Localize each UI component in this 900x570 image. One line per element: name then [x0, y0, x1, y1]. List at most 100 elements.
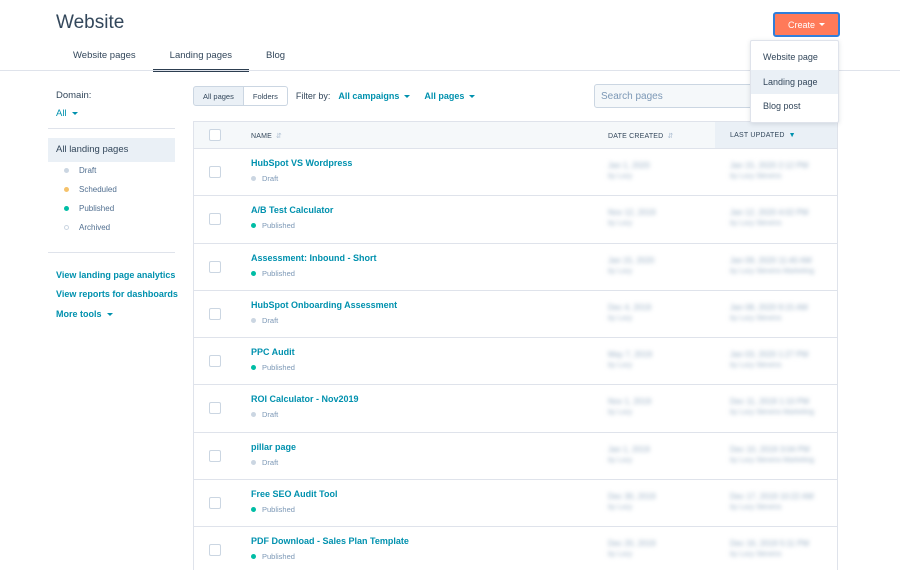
- view-reports-link[interactable]: View reports for dashboards: [56, 289, 178, 299]
- page-name-link[interactable]: PDF Download - Sales Plan Template: [251, 536, 409, 546]
- date-created: Jan 15, 2020: [608, 255, 655, 265]
- chevron-down-icon: [71, 112, 78, 115]
- date-created: Nov 12, 2019: [608, 208, 656, 218]
- sidebar-item-scheduled[interactable]: Scheduled: [64, 185, 117, 194]
- row-checkbox[interactable]: [209, 402, 221, 415]
- row-checkbox[interactable]: [209, 307, 221, 320]
- date-created: Dec 30, 2019: [608, 492, 656, 502]
- status-badge: Draft: [251, 316, 278, 325]
- menu-item-blog-post[interactable]: Blog post: [751, 94, 838, 119]
- date-created: May 7, 2019: [608, 350, 653, 360]
- created-by: by Lucy: [608, 551, 633, 559]
- page-name-link[interactable]: ROI Calculator - Nov2019: [251, 394, 359, 404]
- row-checkbox[interactable]: [209, 449, 221, 462]
- page-name-link[interactable]: HubSpot VS Wordpress: [251, 158, 352, 168]
- table-row: Assessment: Inbound - Short Published Ja…: [194, 244, 837, 291]
- created-by: by Lucy: [608, 456, 633, 464]
- status-dot-icon: [251, 176, 256, 181]
- status-badge: Published: [251, 505, 295, 514]
- column-header-last-updated[interactable]: LAST UPDATED ▼: [730, 132, 796, 139]
- tab-blog[interactable]: Blog: [249, 44, 302, 72]
- tab-website-pages[interactable]: Website pages: [56, 44, 153, 72]
- create-button[interactable]: Create: [773, 12, 840, 37]
- page-name-link[interactable]: PPC Audit: [251, 347, 295, 357]
- domain-dropdown[interactable]: All: [56, 108, 78, 119]
- created-by: by Lucy: [608, 267, 633, 275]
- updated-by: by Lucy Stevens Marketing: [730, 409, 815, 417]
- filter-by-label: Filter by:: [295, 91, 331, 101]
- page-name-link[interactable]: pillar page: [251, 442, 296, 452]
- table-row: HubSpot VS Wordpress Draft Jan 1, 2020 b…: [194, 149, 837, 197]
- last-updated: Dec 10, 2019 3:04 PM: [730, 444, 810, 454]
- column-header-date-created[interactable]: DATE CREATED ⇵: [608, 132, 674, 141]
- status-dot-icon: [251, 507, 256, 513]
- status-label: Draft: [262, 457, 279, 467]
- status-dot-icon: [251, 317, 256, 323]
- created-by: by Lucy: [608, 314, 633, 322]
- column-header-label: LAST UPDATED: [730, 132, 785, 139]
- more-tools-dropdown[interactable]: More tools: [56, 309, 113, 319]
- row-checkbox[interactable]: [209, 544, 221, 557]
- table-row: Free SEO Audit Tool Published Dec 30, 20…: [194, 480, 837, 528]
- last-updated: Jan 08, 2020 9:15 AM: [730, 302, 808, 312]
- row-checkbox[interactable]: [209, 497, 221, 510]
- pages-table: NAME ⇵ DATE CREATED ⇵ LAST UPDATED ▼ Hub…: [193, 121, 838, 570]
- sidebar-item-archived[interactable]: Archived: [64, 223, 110, 232]
- status-dot-icon: [64, 187, 69, 192]
- last-updated: Dec 17, 2019 10:22 AM: [730, 492, 814, 502]
- created-by: by Lucy: [608, 220, 633, 228]
- date-created: Dec 4, 2019: [608, 302, 652, 312]
- sidebar-item-draft[interactable]: Draft: [64, 166, 96, 175]
- view-landing-page-analytics-link[interactable]: View landing page analytics: [56, 270, 175, 280]
- column-header-name[interactable]: NAME ⇵: [251, 132, 283, 141]
- status-dot-icon: [251, 270, 256, 276]
- column-header-label: NAME: [251, 132, 273, 140]
- row-checkbox[interactable]: [209, 166, 221, 178]
- row-checkbox[interactable]: [209, 213, 221, 226]
- sort-descending-icon: ▼: [788, 132, 796, 139]
- table-row: PDF Download - Sales Plan Template Publi…: [194, 527, 837, 570]
- status-label: Draft: [262, 315, 279, 325]
- updated-by: by Lucy Stevens Marketing: [730, 456, 815, 464]
- chevron-down-icon: [469, 94, 476, 98]
- page-name-link[interactable]: HubSpot Onboarding Assessment: [251, 300, 397, 310]
- status-label: Published: [262, 221, 295, 231]
- domain-dropdown-value: All: [56, 108, 67, 119]
- page-name-link[interactable]: Free SEO Audit Tool: [251, 489, 338, 499]
- menu-item-website-page[interactable]: Website page: [751, 45, 838, 70]
- page-name-link[interactable]: A/B Test Calculator: [251, 205, 333, 215]
- status-badge: Draft: [251, 458, 278, 467]
- sort-icon: ⇵: [276, 133, 283, 140]
- date-created: Dec 20, 2019: [608, 539, 656, 549]
- updated-by: by Lucy Stevens Marketing: [730, 267, 815, 275]
- row-checkbox[interactable]: [209, 355, 221, 368]
- sidebar-item-all-landing-pages[interactable]: All landing pages: [48, 138, 175, 162]
- updated-by: by Lucy Stevens: [730, 314, 782, 322]
- campaigns-dropdown[interactable]: All campaigns: [338, 91, 411, 101]
- created-by: by Lucy: [608, 173, 633, 180]
- status-badge: Published: [251, 363, 295, 372]
- date-created: Nov 1, 2019: [608, 397, 652, 407]
- select-all-checkbox[interactable]: [209, 129, 221, 141]
- pages-dropdown[interactable]: All pages: [424, 91, 476, 101]
- sort-icon: ⇵: [667, 133, 674, 140]
- all-pages-toggle[interactable]: All pages: [193, 86, 244, 106]
- status-dot-icon: [251, 412, 256, 418]
- tab-landing-pages[interactable]: Landing pages: [152, 44, 250, 72]
- status-badge: Published: [251, 552, 295, 561]
- create-dropdown-menu: Website page Landing page Blog post: [750, 40, 839, 123]
- status-badge: Draft: [251, 174, 278, 183]
- status-label: Published: [262, 268, 295, 278]
- updated-by: by Lucy Stevens: [730, 504, 782, 512]
- sidebar-item-label: Archived: [79, 223, 111, 232]
- status-label: Published: [262, 363, 295, 373]
- created-by: by Lucy: [608, 409, 633, 417]
- search-input[interactable]: [594, 84, 764, 108]
- table-row: ROI Calculator - Nov2019 Draft Nov 1, 20…: [194, 385, 837, 433]
- folders-toggle[interactable]: Folders: [243, 86, 288, 106]
- menu-item-landing-page[interactable]: Landing page: [751, 69, 838, 94]
- last-updated: Jan 03, 2020 1:27 PM: [730, 350, 809, 360]
- sidebar-item-published[interactable]: Published: [64, 204, 114, 213]
- row-checkbox[interactable]: [209, 260, 221, 273]
- page-name-link[interactable]: Assessment: Inbound - Short: [251, 253, 377, 263]
